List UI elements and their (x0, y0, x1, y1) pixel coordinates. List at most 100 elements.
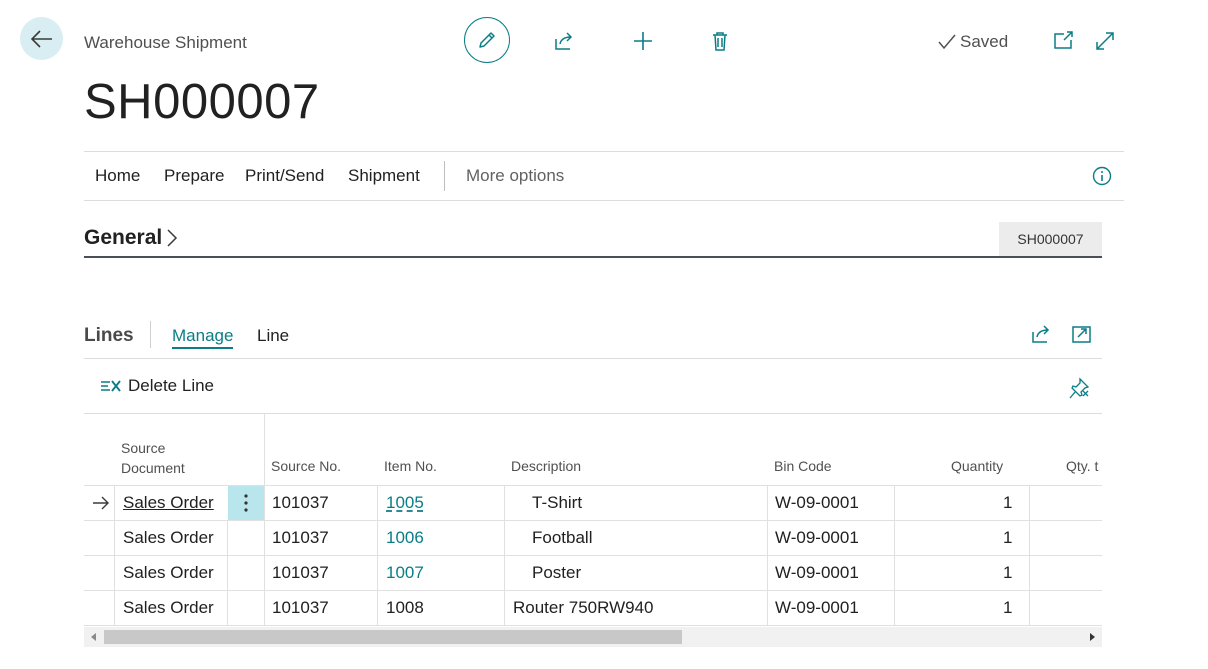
cell-quantity[interactable]: 1 (1003, 556, 1012, 591)
general-divider (84, 256, 1102, 258)
table-row[interactable]: Sales Order 101037 1008 Router 750RW940 … (84, 590, 1102, 626)
scroll-right-button[interactable] (1082, 627, 1102, 647)
page-title: SH000007 (84, 75, 320, 129)
cell-source-no: 101037 (272, 598, 329, 617)
caret-right-icon (1089, 633, 1095, 641)
delete-trash-icon (709, 30, 731, 52)
share-icon (1030, 323, 1052, 345)
cell-divider (504, 521, 505, 556)
row-actions-button[interactable] (228, 486, 264, 520)
col-header-source-no[interactable]: Source No. (271, 456, 341, 476)
menu-print-send[interactable]: Print/Send (245, 152, 324, 200)
breadcrumb: Warehouse Shipment (84, 33, 247, 52)
lines-separator (150, 321, 151, 348)
menu-home[interactable]: Home (95, 152, 140, 200)
cell-divider (114, 556, 115, 591)
col-header-item-no[interactable]: Item No. (384, 456, 437, 476)
cell-divider (504, 556, 505, 591)
edit-button[interactable] (464, 17, 510, 63)
back-button[interactable] (20, 17, 63, 60)
cell-bin-code[interactable]: W-09-0001 (775, 521, 859, 556)
kebab-menu-icon (244, 494, 248, 512)
cell-description[interactable]: T-Shirt (532, 486, 582, 521)
cell-bin-code[interactable]: W-09-0001 (775, 556, 859, 591)
cell-divider (377, 556, 378, 591)
cell-divider (377, 591, 378, 626)
cell-bin-code[interactable]: W-09-0001 (775, 591, 859, 626)
delete-line-label: Delete Line (128, 376, 215, 395)
menu-shipment[interactable]: Shipment (348, 152, 420, 200)
open-new-window-button[interactable] (1050, 28, 1076, 54)
cell-divider (767, 486, 768, 521)
cell-divider (767, 556, 768, 591)
cell-divider (114, 521, 115, 556)
menu-prepare[interactable]: Prepare (164, 152, 224, 200)
cell-item-no[interactable]: 1005 (386, 486, 424, 521)
cell-divider (114, 486, 115, 521)
horizontal-scrollbar[interactable] (84, 627, 1102, 647)
cell-item-no[interactable]: 1007 (386, 556, 424, 591)
chevron-right-icon (166, 228, 178, 248)
col-header-source-document-line2: Document (121, 460, 185, 476)
cell-source-document[interactable]: Sales Order (123, 591, 214, 626)
share-button[interactable] (551, 28, 577, 54)
cell-divider (894, 486, 895, 521)
delete-line-icon (100, 377, 122, 395)
cell-description[interactable]: Poster (532, 556, 581, 591)
cell-divider (504, 591, 505, 626)
tab-manage[interactable]: Manage (172, 326, 234, 349)
cell-divider (1029, 521, 1030, 556)
scroll-left-button[interactable] (84, 627, 104, 647)
pin-icon[interactable] (1069, 376, 1091, 400)
table-row[interactable]: Sales Order 101037 1005 T-Shirt W-09-000… (84, 485, 1102, 521)
cell-bin-code[interactable]: W-09-0001 (775, 486, 859, 521)
cell-item-no[interactable]: 1006 (386, 521, 424, 556)
cell-quantity[interactable]: 1 (1003, 486, 1012, 521)
lines-divider (84, 358, 1102, 359)
cell-quantity[interactable]: 1 (1003, 591, 1012, 626)
col-header-bin-code[interactable]: Bin Code (774, 456, 832, 476)
cell-divider (894, 521, 895, 556)
cell-divider (1029, 486, 1030, 521)
general-section-header[interactable]: General (84, 226, 178, 250)
cell-quantity[interactable]: 1 (1003, 521, 1012, 556)
menu-more-options[interactable]: More options (466, 152, 564, 200)
scrollbar-thumb[interactable] (104, 630, 682, 644)
lines-expand-button[interactable] (1071, 323, 1093, 345)
cell-divider (1029, 591, 1030, 626)
cell-item-no[interactable]: 1008 (386, 591, 424, 626)
grid-bottom-border (84, 625, 1102, 626)
cell-source-document[interactable]: Sales Order (123, 556, 214, 591)
cell-description[interactable]: Router 750RW940 (513, 591, 654, 626)
delete-button[interactable] (707, 28, 733, 54)
save-status: Saved (938, 32, 1008, 52)
menu-separator (444, 161, 445, 191)
cell-divider (504, 486, 505, 521)
info-icon[interactable] (1092, 166, 1112, 186)
delete-line-button[interactable]: Delete Line (100, 376, 214, 396)
cell-source-no: 101037 (272, 528, 329, 547)
cell-divider (377, 521, 378, 556)
col-header-qty-truncated[interactable]: Qty. t (1066, 456, 1098, 476)
lines-share-button[interactable] (1030, 323, 1052, 345)
cell-divider (1029, 556, 1030, 591)
plus-icon (632, 30, 654, 52)
new-button[interactable] (630, 28, 656, 54)
cell-source-document[interactable]: Sales Order (123, 486, 214, 521)
cell-divider (377, 486, 378, 521)
col-header-source-document[interactable]: Source Document (121, 438, 185, 478)
col-header-description[interactable]: Description (511, 456, 581, 476)
general-section-title: General (84, 226, 163, 249)
open-new-window-icon (1052, 30, 1074, 52)
caret-left-icon (91, 633, 97, 641)
table-row[interactable]: Sales Order 101037 1006 Football W-09-00… (84, 520, 1102, 556)
tab-line[interactable]: Line (257, 326, 289, 346)
cell-description[interactable]: Football (532, 521, 592, 556)
cell-source-document[interactable]: Sales Order (123, 521, 214, 556)
expand-button[interactable] (1092, 28, 1118, 54)
table-row[interactable]: Sales Order 101037 1007 Poster W-09-0001… (84, 555, 1102, 591)
cell-source-no: 101037 (272, 563, 329, 582)
cell-divider (894, 556, 895, 591)
col-header-quantity[interactable]: Quantity (951, 456, 1003, 476)
checkmark-icon (938, 34, 956, 50)
